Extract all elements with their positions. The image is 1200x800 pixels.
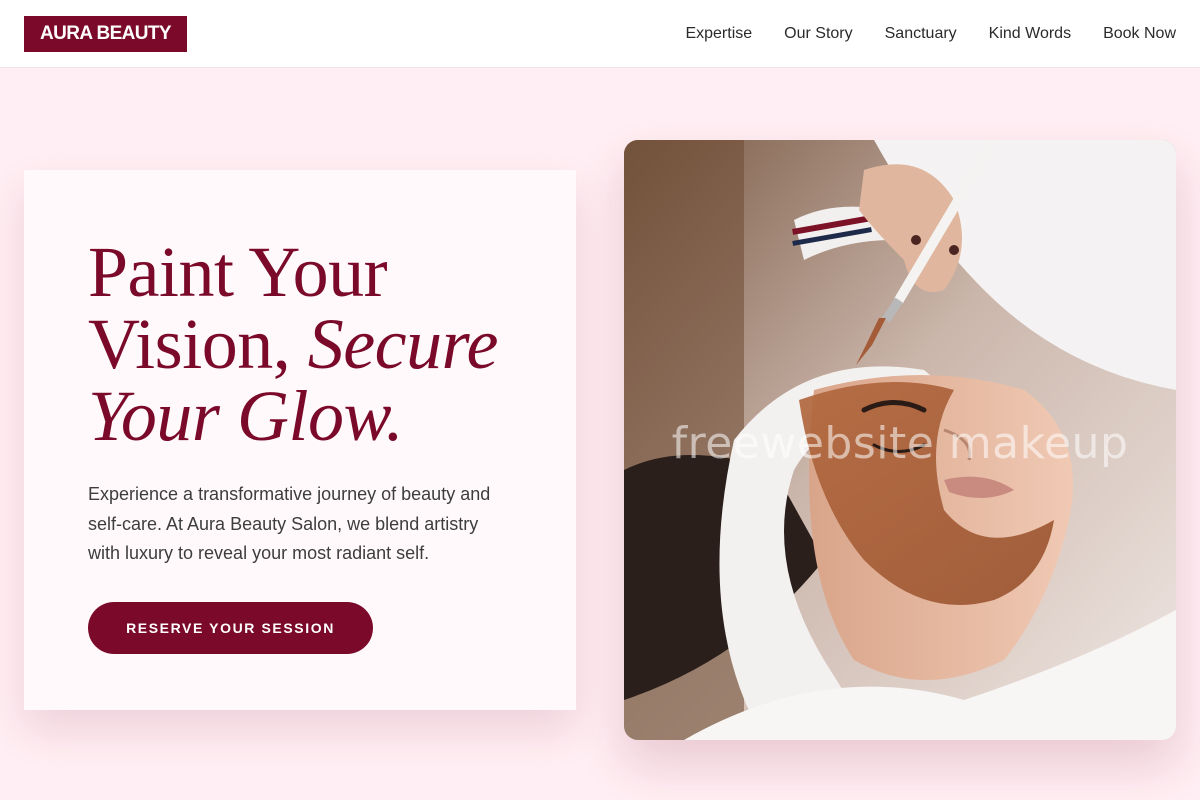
nav-item-expertise[interactable]: Expertise <box>685 25 752 43</box>
hero-image: freewebsite makeup <box>624 140 1176 740</box>
main-nav: Expertise Our Story Sanctuary Kind Words… <box>685 25 1176 43</box>
nav-item-book-now[interactable]: Book Now <box>1103 25 1176 43</box>
site-header: AURA BEAUTY Expertise Our Story Sanctuar… <box>0 0 1200 68</box>
nav-item-our-story[interactable]: Our Story <box>784 25 852 43</box>
nav-item-sanctuary[interactable]: Sanctuary <box>885 25 957 43</box>
headline-line-3-italic: Your Glow. <box>88 376 404 456</box>
brand-logo[interactable]: AURA BEAUTY <box>24 15 187 52</box>
headline-line-2-italic: Secure <box>307 304 499 384</box>
headline-line-1: Paint Your <box>88 232 388 312</box>
hero-description: Experience a transformative journey of b… <box>88 484 491 563</box>
image-watermark: freewebsite makeup <box>671 418 1129 469</box>
hero-headline: Paint Your Vision, Secure Your Glow. <box>88 236 512 452</box>
reserve-session-button[interactable]: RESERVE YOUR SESSION <box>88 601 373 654</box>
nav-item-kind-words[interactable]: Kind Words <box>989 25 1071 43</box>
headline-line-2-plain: Vision, <box>88 304 308 384</box>
hero-card: Paint Your Vision, Secure Your Glow. Exp… <box>24 170 576 710</box>
